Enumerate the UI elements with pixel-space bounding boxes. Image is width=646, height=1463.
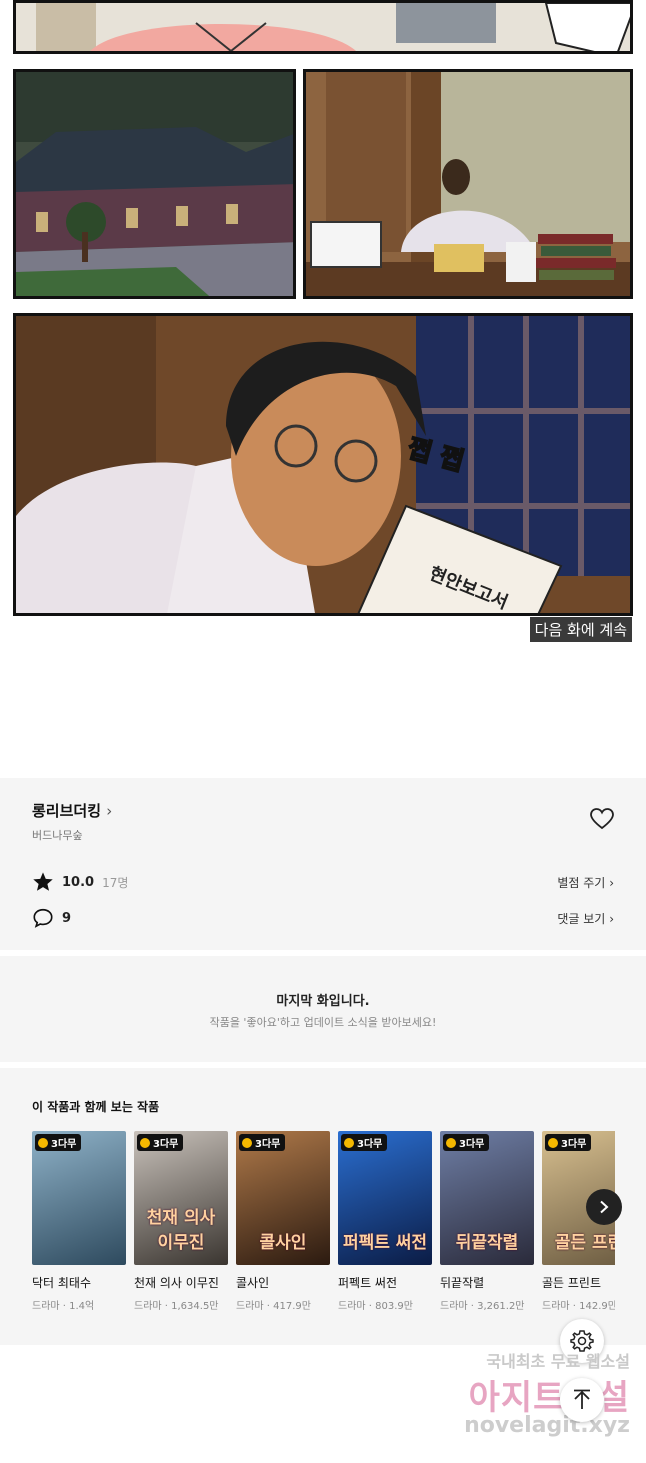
series-title: 롱리브더킹 [32,802,102,820]
thumbnail-title-art: 퍼펙트 써전 [342,1233,428,1253]
recommendation-title[interactable]: 골든 프린트 [542,1274,615,1291]
watermark-line3: novelagit.xyz [464,1413,630,1438]
series-info-section: 롱리브더킹 › 버드나무숲 10.0 17명 별점 주기 › 9 댓글 보기 › [0,778,646,950]
rating-count: 17명 [102,875,129,890]
chevron-right-icon: › [106,802,113,820]
chevron-right-icon [600,1200,609,1214]
comic-panel-palace [13,69,296,299]
star-icon [33,872,53,891]
series-title-link[interactable]: 롱리브더킹 › [32,800,112,821]
scroll-top-button[interactable] [560,1378,604,1422]
recommendation-list: 3다무 닥터 최태수 드라마 · 1.4억 3다무 천재 의사 이무진 천재 의사 이무진… [32,1131,615,1311]
recommendation-section: 이 작품과 함께 보는 작품 3다무 닥터 최태수 드라마 · 1.4억 3다무 천재 … [0,1068,646,1345]
wait-free-badge: 3다무 [239,1134,286,1151]
comic-art-top [16,3,630,51]
arrow-up-icon [574,1389,590,1409]
badge-label: 3다무 [459,1139,485,1150]
wait-free-badge: 3다무 [545,1134,592,1151]
comments-row: 9 댓글 보기 › [32,906,614,930]
badge-label: 3다무 [153,1139,179,1150]
last-episode-subtitle: 작품을 '좋아요'하고 업데이트 소식을 받아보세요! [209,1016,437,1029]
chevron-right-icon: › [609,911,614,926]
comic-art-closeup: 쩝 쩝 현안보고서 [16,316,630,613]
clock-icon [38,1137,48,1148]
comic-art-palace [16,72,293,296]
recommendation-card[interactable]: 3다무닥터 최태수드라마 · 1.4억 [32,1131,126,1311]
recommendation-title[interactable]: 닥터 최태수 [32,1274,126,1291]
thumbnail-title-art: 콜사인 [259,1233,307,1253]
recommendation-thumbnail[interactable]: 3다무퍼펙트 써전 [338,1131,432,1265]
badge-label: 3다무 [357,1139,383,1150]
last-episode-section: 마지막 화입니다. 작품을 '좋아요'하고 업데이트 소식을 받아보세요! [0,956,646,1062]
recommendation-thumbnail[interactable]: 3다무콜사인 [236,1131,330,1265]
chevron-right-icon: › [609,875,614,890]
recommendation-meta: 드라마 · 417.9만 [236,1301,311,1311]
comic-panel-closeup: 쩝 쩝 현안보고서 [13,313,633,616]
clock-icon [140,1137,150,1148]
recommendation-meta: 드라마 · 1.4억 [32,1301,95,1311]
wait-free-badge: 3다무 [137,1134,184,1151]
recommendation-thumbnail[interactable]: 3다무뒤끝작렬 [440,1131,534,1265]
rating-row: 10.0 17명 별점 주기 › [32,870,614,894]
recommendation-card[interactable]: 3다무 퍼펙트 써전 퍼펙트 써전 드라마 · 803.9만 [338,1131,432,1311]
last-episode-title: 마지막 화입니다. [276,994,370,1009]
badge-label: 3다무 [51,1139,77,1150]
recommendation-thumbnail[interactable]: 3다무천재 의사 이무진 [134,1131,228,1265]
thumbnail-title-art: 뒤끝작렬 [455,1233,519,1253]
rate-button-label: 별점 주기 [557,875,606,890]
recommendation-meta: 드라마 · 1,634.5만 [134,1301,219,1311]
view-comments-label: 댓글 보기 [557,911,606,926]
recommendation-heading: 이 작품과 함께 보는 작품 [32,1100,160,1114]
recommendation-title[interactable]: 천재 의사 이무진 [134,1274,228,1291]
wait-free-badge: 3다무 [443,1134,490,1151]
recommendation-title[interactable]: 콜사인 [236,1274,330,1291]
recommendation-card[interactable]: 3다무 천재 의사 이무진 천재 의사 이무진 드라마 · 1,634.5만 [134,1131,228,1311]
recommendation-thumbnail[interactable]: 3다무 [32,1131,126,1265]
recommendation-card[interactable]: 3다무 뒤끝작렬 뒤끝작렬 드라마 · 3,261.2만 [440,1131,534,1311]
rate-button[interactable]: 별점 주기 › [557,874,614,891]
recommendation-meta: 드라마 · 142.9만 [542,1301,615,1311]
badge-label: 3다무 [561,1139,587,1150]
badge-label: 3다무 [255,1139,281,1150]
comic-art-office [306,72,630,296]
comic-panel-office [303,69,633,299]
next-arrow-button[interactable] [586,1189,622,1225]
wait-free-badge: 3다무 [341,1134,388,1151]
comic-panel-top [13,0,633,54]
clock-icon [548,1137,558,1148]
rating-score: 10.0 [62,874,95,890]
clock-icon [446,1137,456,1148]
recommendation-meta: 드라마 · 803.9만 [338,1301,413,1311]
recommendation-meta: 드라마 · 3,261.2만 [440,1301,525,1311]
recommendation-title[interactable]: 뒤끝작렬 [440,1274,534,1291]
clock-icon [242,1137,252,1148]
view-comments-button[interactable]: 댓글 보기 › [557,910,614,927]
series-author[interactable]: 버드나무숲 [32,827,83,843]
recommendation-title[interactable]: 퍼펙트 써전 [338,1274,432,1291]
thumbnail-title-art: 천재 의사 이무진 [146,1208,216,1253]
watermark-line1: 국내최초 무료 웹소설 [486,1352,630,1371]
thumbnail-title-art: 골든 프린 [554,1233,615,1253]
clock-icon [344,1137,354,1148]
comment-icon [33,908,53,928]
wait-free-badge: 3다무 [35,1134,82,1151]
continue-label: 다음 화에 계속 [529,617,632,642]
comment-count: 9 [62,910,72,926]
recommendation-card[interactable]: 3다무 콜사인 콜사인 드라마 · 417.9만 [236,1131,330,1311]
heart-icon[interactable] [590,808,614,830]
